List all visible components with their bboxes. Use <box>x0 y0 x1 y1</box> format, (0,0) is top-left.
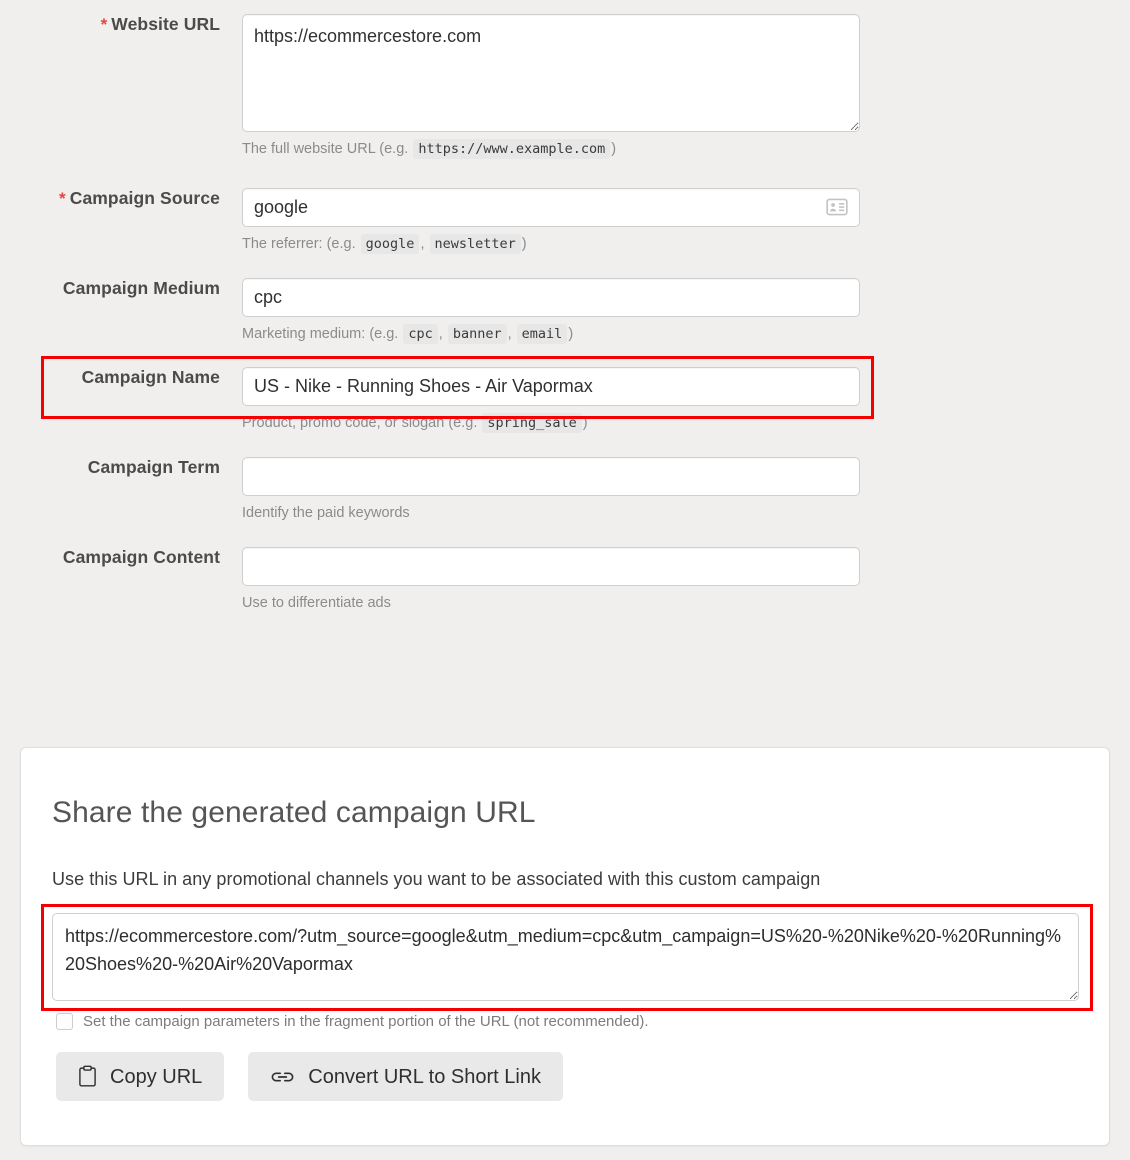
help-chip: newsletter <box>430 234 521 254</box>
field-label-website-url: *Website URL <box>0 14 242 35</box>
help-text-campaign-source: The referrer: (e.g. google, newsletter) <box>242 234 860 256</box>
field-label-campaign-term: Campaign Term <box>0 457 242 478</box>
clipboard-icon <box>78 1065 97 1088</box>
link-icon <box>270 1070 295 1084</box>
field-row-website-url: *Website URL The full website URL (e.g. … <box>0 14 1130 161</box>
fragment-checkbox[interactable] <box>56 1013 73 1030</box>
help-chip: spring_sale <box>482 413 581 433</box>
field-row-campaign-source: *Campaign Source The referrer: (e. <box>0 188 1130 256</box>
help-suffix: ) <box>583 415 588 431</box>
help-prefix: Use to differentiate ads <box>242 595 391 611</box>
campaign-content-input[interactable] <box>242 547 860 586</box>
field-label-text: Campaign Source <box>70 188 220 208</box>
field-label-text: Campaign Content <box>63 547 220 567</box>
help-text-website-url: The full website URL (e.g. https://www.e… <box>242 139 860 161</box>
share-card-inner: Share the generated campaign URL Use thi… <box>21 748 1109 1101</box>
help-chip: https://www.example.com <box>413 139 610 159</box>
required-asterisk-campaign-source: * <box>59 189 66 208</box>
spacer <box>0 525 1130 547</box>
spacer <box>0 161 1130 188</box>
field-label-campaign-source: *Campaign Source <box>0 188 242 209</box>
spacer <box>0 435 1130 457</box>
copy-url-button[interactable]: Copy URL <box>56 1052 224 1101</box>
help-text-campaign-term: Identify the paid keywords <box>242 503 860 525</box>
spacer <box>0 256 1130 278</box>
utm-builder-form: *Website URL The full website URL (e.g. … <box>0 0 1130 726</box>
help-text-campaign-medium: Marketing medium: (e.g. cpc, banner, ema… <box>242 324 860 346</box>
share-campaign-url-card: Share the generated campaign URL Use thi… <box>20 747 1110 1146</box>
help-chip: cpc <box>403 324 437 344</box>
campaign-source-input-wrap <box>242 188 860 227</box>
help-prefix: Marketing medium: (e.g. <box>242 326 398 342</box>
share-card-subtitle: Use this URL in any promotional channels… <box>52 869 1079 890</box>
field-label-campaign-medium: Campaign Medium <box>0 278 242 299</box>
help-text-campaign-name: Product, promo code, or slogan (e.g. spr… <box>242 413 860 435</box>
field-label-text: Campaign Term <box>88 457 220 477</box>
help-prefix: The referrer: (e.g. <box>242 236 356 252</box>
campaign-source-input[interactable] <box>242 188 860 227</box>
convert-short-link-button[interactable]: Convert URL to Short Link <box>248 1052 563 1101</box>
field-control-campaign-name: Product, promo code, or slogan (e.g. spr… <box>242 367 1130 435</box>
help-prefix: Identify the paid keywords <box>242 505 410 521</box>
help-prefix: The full website URL (e.g. <box>242 141 408 157</box>
field-control-campaign-term: Identify the paid keywords <box>242 457 1130 525</box>
campaign-term-input[interactable] <box>242 457 860 496</box>
field-row-campaign-content: Campaign Content Use to differentiate ad… <box>0 547 1130 615</box>
campaign-medium-input[interactable] <box>242 278 860 317</box>
help-suffix: ) <box>522 236 527 252</box>
required-asterisk-website-url: * <box>101 15 108 34</box>
field-control-campaign-medium: Marketing medium: (e.g. cpc, banner, ema… <box>242 278 1130 346</box>
copy-url-button-label: Copy URL <box>110 1067 202 1087</box>
fragment-checkbox-row[interactable]: Set the campaign parameters in the fragm… <box>52 1013 1079 1030</box>
help-suffix: ) <box>568 326 573 342</box>
field-control-website-url: The full website URL (e.g. https://www.e… <box>242 14 1130 161</box>
field-label-campaign-content: Campaign Content <box>0 547 242 568</box>
field-label-text: Website URL <box>111 14 220 34</box>
help-suffix: ) <box>611 141 616 157</box>
generated-url-wrap <box>52 913 1079 1001</box>
field-label-text: Campaign Medium <box>63 278 220 298</box>
spacer <box>0 345 1130 367</box>
generated-url-textarea[interactable] <box>52 913 1079 1001</box>
field-row-campaign-name: Campaign Name Product, promo code, or sl… <box>0 367 1130 435</box>
field-row-campaign-medium: Campaign Medium Marketing medium: (e.g. … <box>0 278 1130 346</box>
field-control-campaign-source: The referrer: (e.g. google, newsletter) <box>242 188 1130 256</box>
share-action-buttons: Copy URL Convert URL to Short Link <box>52 1052 1079 1101</box>
field-control-campaign-content: Use to differentiate ads <box>242 547 1130 615</box>
field-row-campaign-term: Campaign Term Identify the paid keywords <box>0 457 1130 525</box>
help-chip: banner <box>448 324 507 344</box>
help-text-campaign-content: Use to differentiate ads <box>242 593 860 615</box>
field-label-text: Campaign Name <box>82 367 220 387</box>
website-url-input[interactable] <box>242 14 860 132</box>
help-prefix: Product, promo code, or slogan (e.g. <box>242 415 477 431</box>
campaign-name-input[interactable] <box>242 367 860 406</box>
help-chip: google <box>361 234 420 254</box>
help-chip: email <box>517 324 568 344</box>
field-label-campaign-name: Campaign Name <box>0 367 242 388</box>
share-card-title: Share the generated campaign URL <box>52 796 1079 830</box>
fragment-checkbox-label: Set the campaign parameters in the fragm… <box>83 1013 649 1030</box>
convert-short-link-button-label: Convert URL to Short Link <box>308 1067 541 1087</box>
